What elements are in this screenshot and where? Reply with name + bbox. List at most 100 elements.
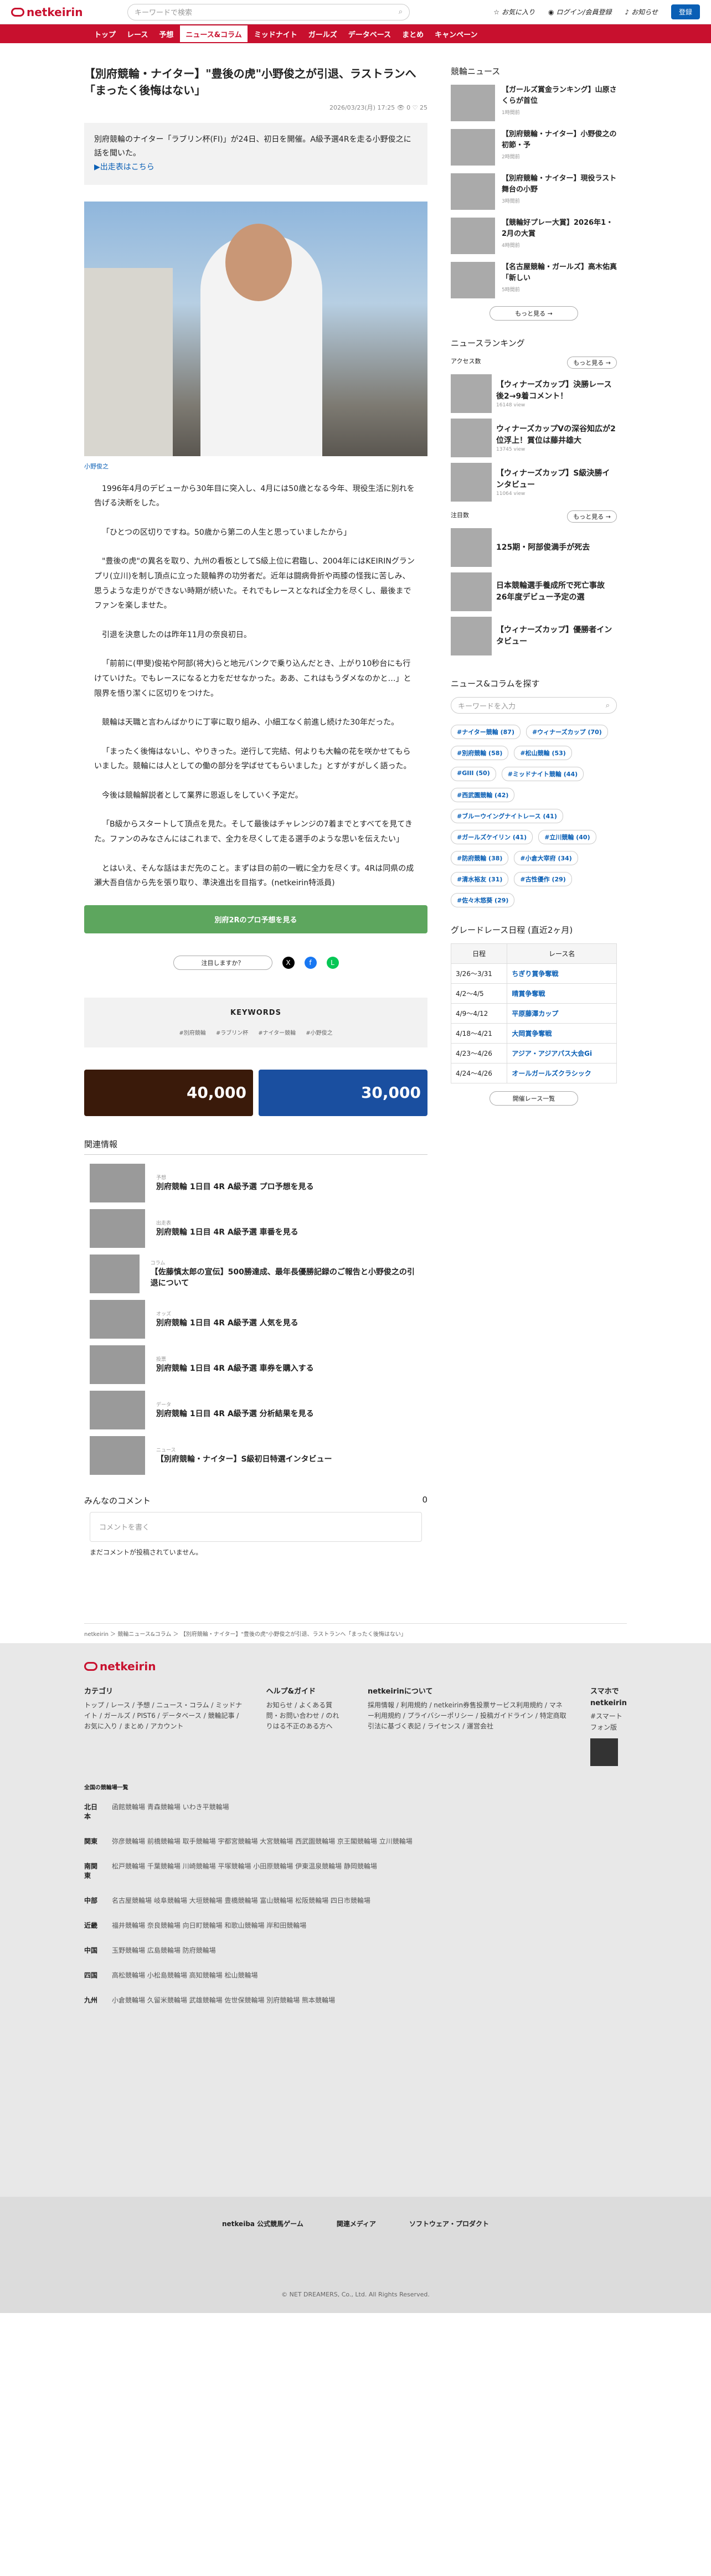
area-tracks[interactable]: 弥彦競輪場 前橋競輪場 取手競輪場 宇都宮競輪場 大宮競輪場 西武園競輪場 京王… [112,1836,413,1846]
list-item[interactable]: ニュース 【別府競輪・ナイター】S級初日特選インタビュー [84,1433,427,1478]
footer-links[interactable]: お知らせ / よくある質問・お問い合わせ / のれりはる不正のある方へ [266,1700,346,1732]
thumbnail [451,374,492,413]
site-logo[interactable]: netkeirin [11,6,127,19]
tag[interactable]: #ミッドナイト競輪 (44) [501,767,584,781]
tag[interactable]: #佐々木悠葵 (29) [451,893,515,907]
area-tracks[interactable]: 玉野競輪場 広島競輪場 防府競輪場 [112,1945,216,1955]
area-name: 中部 [84,1896,98,1904]
notice-link[interactable]: ♪ お知らせ [625,7,658,17]
grade-race[interactable]: 大岡賞争奪戦 [507,1023,617,1044]
list-item[interactable]: オッズ 別府競輪 1日目 4R A級予選 人気を見る [84,1297,427,1342]
keyword[interactable]: #ラブリン杯 [216,1028,248,1036]
nav-midnight[interactable]: ミッドナイト [249,24,303,43]
footer-logo[interactable]: netkeirin [84,1660,200,1673]
news-item[interactable]: 【別府競輪・ナイター】現役ラスト舞台の小野 3時間前 [451,173,617,210]
tag[interactable]: #松山競輪 (53) [514,746,572,760]
list-item[interactable]: データ 別府競輪 1日目 4R A級予選 分析結果を見る [84,1387,427,1433]
para: 1996年4月のデビューから30年目に突入し、4月には50歳となる今年、現役生活… [94,484,415,508]
tag[interactable]: #清水裕友 (31) [451,872,509,886]
line-share-icon[interactable]: L [326,956,339,969]
ranking-more-button[interactable]: もっと見る → [567,357,617,369]
attention-more-button[interactable]: もっと見る → [567,510,617,523]
breadcrumb[interactable]: netkeirin ＞ 競輪ニュース&コラム ＞ 【別府競輪・ナイター】"豊後の… [84,1623,627,1643]
tag[interactable]: #防府競輪 (38) [451,851,509,865]
grade-race[interactable]: オールガールズクラシック [507,1063,617,1083]
keyword[interactable]: #別府競輪 [179,1028,205,1036]
list-item[interactable]: 出走表 別府競輪 1日目 4R A級予選 車番を見る [84,1206,427,1251]
explore-search-input[interactable]: キーワードを入力 ⌕ [451,697,617,714]
favorite-link[interactable]: ☆ お気に入り [493,7,535,17]
comment-input[interactable]: コメントを書く [90,1511,422,1542]
tag[interactable]: #別府競輪 (58) [451,746,509,760]
tag[interactable]: #小倉大宰府 (34) [514,851,578,865]
area-tracks[interactable]: 小倉競輪場 久留米競輪場 武雄競輪場 佐世保競輪場 別府競輪場 熊本競輪場 [112,1995,335,2005]
area-tracks[interactable]: 松戸競輪場 千葉競輪場 川崎競輪場 平塚競輪場 小田原競輪場 伊東温泉競輪場 静… [112,1861,377,1880]
footer-links[interactable]: 採用情報 / 利用規約 / netkeirin券售投票サービス利用規約 / マネ… [368,1700,568,1732]
promo-banner[interactable]: 40,000 [84,1069,253,1116]
grade-race[interactable]: アジア・アジアパス大会Gi [507,1043,617,1064]
keyword[interactable]: #ナイター競輪 [258,1028,296,1036]
footer-links[interactable]: トップ / レース / 予想 / ニュース・コラム / ミッドナイト / ガール… [84,1700,244,1732]
ranking-item[interactable]: 125期・阿部俊満手が死去 [451,528,617,567]
grade-race[interactable]: 晴賞争奪戦 [507,983,617,1004]
tag[interactable]: #ウィナーズカップ (70) [525,725,608,739]
nav-predict[interactable]: 予想 [153,24,179,43]
pro-predict-button[interactable]: 別府2Rのプロ予想を見る [84,905,427,933]
ranking-views: 16148 view [496,402,525,408]
ranking-item[interactable]: 【ウィナーズカップ】決勝レース後2→9着コメント！ 16148 view [451,374,617,413]
race-card-link[interactable]: ▶出走表はこちら [94,163,154,172]
nav-database[interactable]: データベース [343,24,396,43]
tag[interactable]: #ブルーウイングナイトレース (41) [451,809,563,823]
user-icon: ◉ [548,8,554,16]
area-tracks[interactable]: 函館競輪場 青森競輪場 いわき平競輪場 [112,1802,229,1821]
tag[interactable]: #古性優作 (29) [514,872,572,886]
tag[interactable]: #立川競輪 (40) [538,830,596,844]
area-tracks[interactable]: 名古屋競輪場 岐阜競輪場 大垣競輪場 豊橋競輪場 富山競輪場 松阪競輪場 四日市… [112,1896,370,1905]
ranking-item[interactable]: ウィナーズカップVの深谷知広が2位浮上！賞位は藤井雄大 13745 view [451,419,617,457]
news-item[interactable]: 【別府競輪・ナイター】小野俊之の初節・予 2時間前 [451,129,617,166]
grade-table: 日程 レース名 3/26〜3/31 ちぎり賞争奪戦 4/2〜4/5 晴賞争奪戦 4/9… [450,943,617,1083]
nav-girls[interactable]: ガールズ [303,24,343,43]
register-button[interactable]: 登録 [671,4,700,19]
footer-links[interactable]: #スマートフォン版 [590,1711,627,1732]
nav-news[interactable]: ニュース&コラム [179,24,249,43]
area-tracks[interactable]: 高松競輪場 小松島競輪場 高知競輪場 松山競輪場 [112,1970,257,1980]
grade-race[interactable]: ちぎり賞争奪戦 [507,963,617,984]
para: 今後は競輪解説者として業界に恩返しをしていく予定だ。 [102,791,303,800]
search-input[interactable]: キーワードで検索 ⌕ [127,3,410,20]
follow-pill[interactable]: 注目しますか？ [173,955,272,970]
footer-section[interactable]: 関連メディア [337,2219,376,2313]
news-more-button[interactable]: もっと見る → [490,306,578,321]
news-item[interactable]: 【ガールズ賞金ランキング】山原さくらが首位 1時間前 [451,85,617,121]
keyword[interactable]: #小野俊之 [306,1028,332,1036]
login-link[interactable]: ◉ ログイン/会員登録 [548,7,612,17]
ranking-item[interactable]: 【ウィナーズカップ】S級決勝インタビュー 11064 view [451,463,617,502]
ranking-item[interactable]: 【ウィナーズカップ】優勝者インタビュー [451,617,617,655]
tag[interactable]: #西武園競輪 (42) [451,788,515,802]
news-item[interactable]: 【競輪好プレー大賞】2026年1・2月の大賞 4時間前 [451,218,617,254]
ranking-item[interactable]: 日本競輪選手養成所で死亡事故 26年度デビュー予定の選 [451,572,617,611]
list-item[interactable]: 投票 別府競輪 1日目 4R A級予選 車券を購入する [84,1342,427,1387]
nav-campaign[interactable]: キャンペーン [429,24,483,43]
footer-col-title: カテゴリ [84,1687,114,1696]
x-share-icon[interactable]: X [282,956,295,969]
footer-section[interactable]: netkeiba 公式競馬ゲーム [222,2219,303,2313]
news-item[interactable]: 【名古屋競輪・ガールズ】高木佑真「新しい 5時間前 [451,262,617,298]
list-item[interactable]: 予想 別府競輪 1日目 4R A級予選 プロ予想を見る [84,1160,427,1206]
area-tracks[interactable]: 福井競輪場 奈良競輪場 向日町競輪場 和歌山競輪場 岸和田競輪場 [112,1921,306,1930]
promo-banner[interactable]: 30,000 [259,1069,427,1116]
nav-top[interactable]: トップ [89,24,121,43]
footer-section[interactable]: ソフトウェア・プロダクト [409,2219,489,2313]
grade-race[interactable]: 平原藤澤カップ [507,1003,617,1024]
search-icon[interactable]: ⌕ [606,701,610,710]
area-name: 関東 [84,1837,98,1845]
nav-race[interactable]: レース [121,24,153,43]
search-icon[interactable]: ⌕ [399,8,403,16]
list-item[interactable]: コラム 【佐藤慎太郎の宣伝】500勝達成、最年長優勝記録のご報告と小野俊之の引退に… [84,1251,427,1297]
grade-more-button[interactable]: 開催レース一覧 [490,1091,578,1106]
tag[interactable]: #ガールズケイリン (41) [451,830,533,844]
nav-matome[interactable]: まとめ [396,24,429,43]
facebook-share-icon[interactable]: f [304,956,317,969]
tag[interactable]: #GIII (50) [451,767,496,781]
tag[interactable]: #ナイター競輪 (87) [451,725,521,739]
